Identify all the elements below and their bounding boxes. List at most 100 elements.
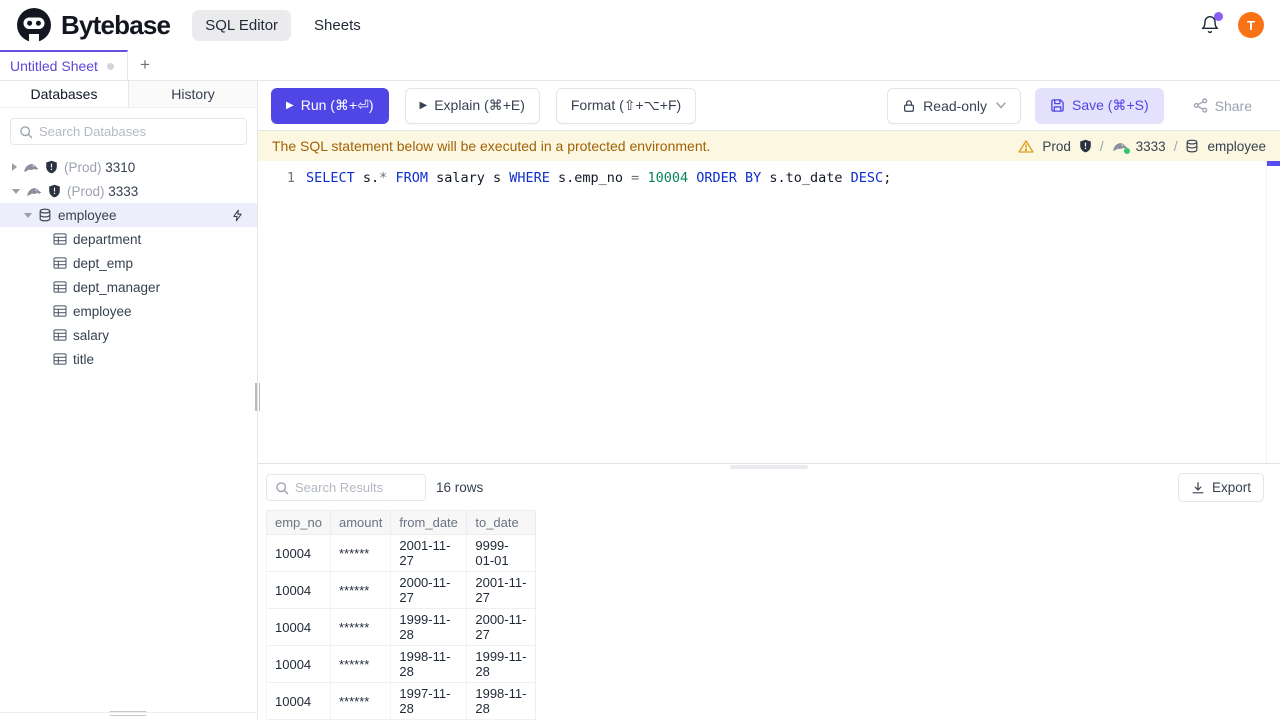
table-cell: 10004 <box>266 571 331 609</box>
breadcrumb-environment[interactable]: Prod <box>1042 139 1071 154</box>
sql-token: s.to_date <box>761 170 851 186</box>
instance-prod-3310[interactable]: (Prod) 3310 <box>0 155 257 179</box>
table-row[interactable]: 10004 ****** 2000-11-27 2001-11-27 <box>266 571 537 609</box>
database-search[interactable] <box>10 118 247 145</box>
new-sheet-button[interactable]: + <box>128 50 162 80</box>
sql-token: 10004 <box>647 170 689 186</box>
sql-token: s.emp_no <box>549 170 632 186</box>
sql-token: SELECT <box>306 170 355 186</box>
table-row[interactable]: 10004 ****** 1999-11-28 2000-11-27 <box>266 608 537 646</box>
mysql-icon <box>23 161 39 174</box>
sidebar-table-dept_manager[interactable]: dept_manager <box>0 275 257 299</box>
results-resize-handle[interactable] <box>730 465 808 469</box>
chevron-down-icon <box>996 102 1006 109</box>
quick-action-bolt-icon[interactable] <box>231 209 244 222</box>
column-header-emp_no[interactable]: emp_no <box>266 510 331 535</box>
warning-triangle-icon <box>1018 139 1034 154</box>
bytebase-logo-icon <box>16 7 52 43</box>
sidebar-table-title[interactable]: title <box>0 347 257 371</box>
code-line: 1 SELECT s.* FROM salary s WHERE s.emp_n… <box>258 161 1280 188</box>
connection-breadcrumb: Prod / 3333 / employee <box>1018 139 1266 154</box>
banner-message: The SQL statement below will be executed… <box>272 138 711 154</box>
sql-editor[interactable]: 1 SELECT s.* FROM salary s WHERE s.emp_n… <box>258 161 1280 463</box>
environment-shield-icon <box>1079 139 1092 153</box>
column-header-amount[interactable]: amount <box>329 510 392 535</box>
table-name: employee <box>73 303 132 319</box>
tab-untitled-sheet[interactable]: Untitled Sheet <box>0 50 128 80</box>
table-row[interactable]: 10004 ****** 2001-11-27 9999-01-01 <box>266 534 537 572</box>
search-icon <box>275 481 289 495</box>
explain-button[interactable]: ▶ Explain (⌘+E) <box>404 87 540 124</box>
main-panel: ▶ Run (⌘+⏎) ▶ Explain (⌘+E) Format (⇧+⌥+… <box>258 81 1280 720</box>
search-results-input[interactable] <box>295 480 417 495</box>
results-toolbar: 16 rows Export <box>258 464 1280 510</box>
save-icon <box>1050 98 1065 113</box>
sql-token: s. <box>354 170 380 186</box>
column-header-from_date[interactable]: from_date <box>390 510 468 535</box>
table-cell: 1999-11-28 <box>390 608 468 646</box>
search-icon <box>19 125 33 139</box>
breadcrumb-database[interactable]: employee <box>1207 139 1266 154</box>
table-cell: 1999-11-28 <box>466 645 537 683</box>
sidebar-bottom-resize-handle[interactable] <box>110 709 146 718</box>
editor-toolbar: ▶ Run (⌘+⏎) ▶ Explain (⌘+E) Format (⇧+⌥+… <box>258 81 1280 131</box>
save-button[interactable]: Save (⌘+S) <box>1035 87 1164 124</box>
table-icon <box>53 233 67 245</box>
table-name: dept_manager <box>73 279 161 295</box>
lock-icon <box>902 99 916 113</box>
line-number: 1 <box>286 170 295 186</box>
column-header-to_date[interactable]: to_date <box>466 510 537 535</box>
table-cell: ****** <box>330 682 392 720</box>
table-cell: 9999-01-01 <box>466 534 537 572</box>
sql-token: WHERE <box>509 170 550 186</box>
table-cell: 10004 <box>266 534 331 572</box>
sidebar-table-department[interactable]: department <box>0 227 257 251</box>
notifications-bell-icon[interactable] <box>1200 12 1223 35</box>
nav-sheets[interactable]: Sheets <box>301 10 374 41</box>
readonly-mode-dropdown[interactable]: Read-only <box>887 87 1021 124</box>
format-button[interactable]: Format (⇧+⌥+F) <box>555 87 697 124</box>
table-icon <box>53 257 67 269</box>
overview-ruler-mark <box>1267 161 1280 166</box>
sidebar-table-dept_emp[interactable]: dept_emp <box>0 251 257 275</box>
tab-history[interactable]: History <box>129 81 257 107</box>
sql-token: ORDER BY <box>696 170 762 186</box>
caret-down-icon[interactable] <box>24 212 32 218</box>
breadcrumb-instance[interactable]: 3333 <box>1136 139 1166 154</box>
share-button[interactable]: Share <box>1177 87 1267 124</box>
sql-token: ; <box>883 170 892 186</box>
navbar-right: T <box>1200 12 1264 38</box>
nav-sql-editor[interactable]: SQL Editor <box>192 9 292 41</box>
sidebar-tabs: Databases History <box>0 81 257 108</box>
search-databases-input[interactable] <box>39 124 238 139</box>
caret-down-icon[interactable] <box>12 188 20 194</box>
table-row[interactable]: 10004 ****** 1998-11-28 1999-11-28 <box>266 645 537 683</box>
database-icon <box>38 208 52 222</box>
results-table: emp_no amount from_date to_date 10004 ****** 2… <box>266 510 537 720</box>
instance-online-dot <box>1123 147 1130 154</box>
sql-statement: SELECT s.* FROM salary s WHERE s.emp_no … <box>306 169 891 188</box>
caret-right-icon[interactable] <box>12 163 17 171</box>
sidebar-table-salary[interactable]: salary <box>0 323 257 347</box>
table-cell: 10004 <box>266 682 331 720</box>
instance-prod-3333[interactable]: (Prod) 3333 <box>0 179 257 203</box>
tab-databases[interactable]: Databases <box>0 81 129 107</box>
table-name: title <box>73 351 95 367</box>
table-row[interactable]: 10004 ****** 1997-11-28 1998-11-28 <box>266 682 537 720</box>
database-icon <box>1185 139 1199 153</box>
results-header-row: emp_no amount from_date to_date <box>266 510 537 535</box>
run-button[interactable]: ▶ Run (⌘+⏎) <box>271 87 389 124</box>
table-name: dept_emp <box>73 255 134 271</box>
table-list: department dept_emp dept_manager employee sa… <box>0 227 257 371</box>
sidebar-resize-handle[interactable] <box>254 383 261 411</box>
protected-environment-banner: The SQL statement below will be executed… <box>258 131 1280 161</box>
brand[interactable]: Bytebase <box>16 7 171 43</box>
unsaved-dot-icon <box>106 62 114 70</box>
export-button[interactable]: Export <box>1177 473 1264 502</box>
avatar[interactable]: T <box>1238 12 1264 38</box>
table-cell: 1997-11-28 <box>390 682 468 720</box>
sidebar-table-employee[interactable]: employee <box>0 299 257 323</box>
database-employee[interactable]: employee <box>0 203 257 227</box>
notification-badge <box>1214 12 1223 21</box>
results-search[interactable] <box>266 474 426 501</box>
